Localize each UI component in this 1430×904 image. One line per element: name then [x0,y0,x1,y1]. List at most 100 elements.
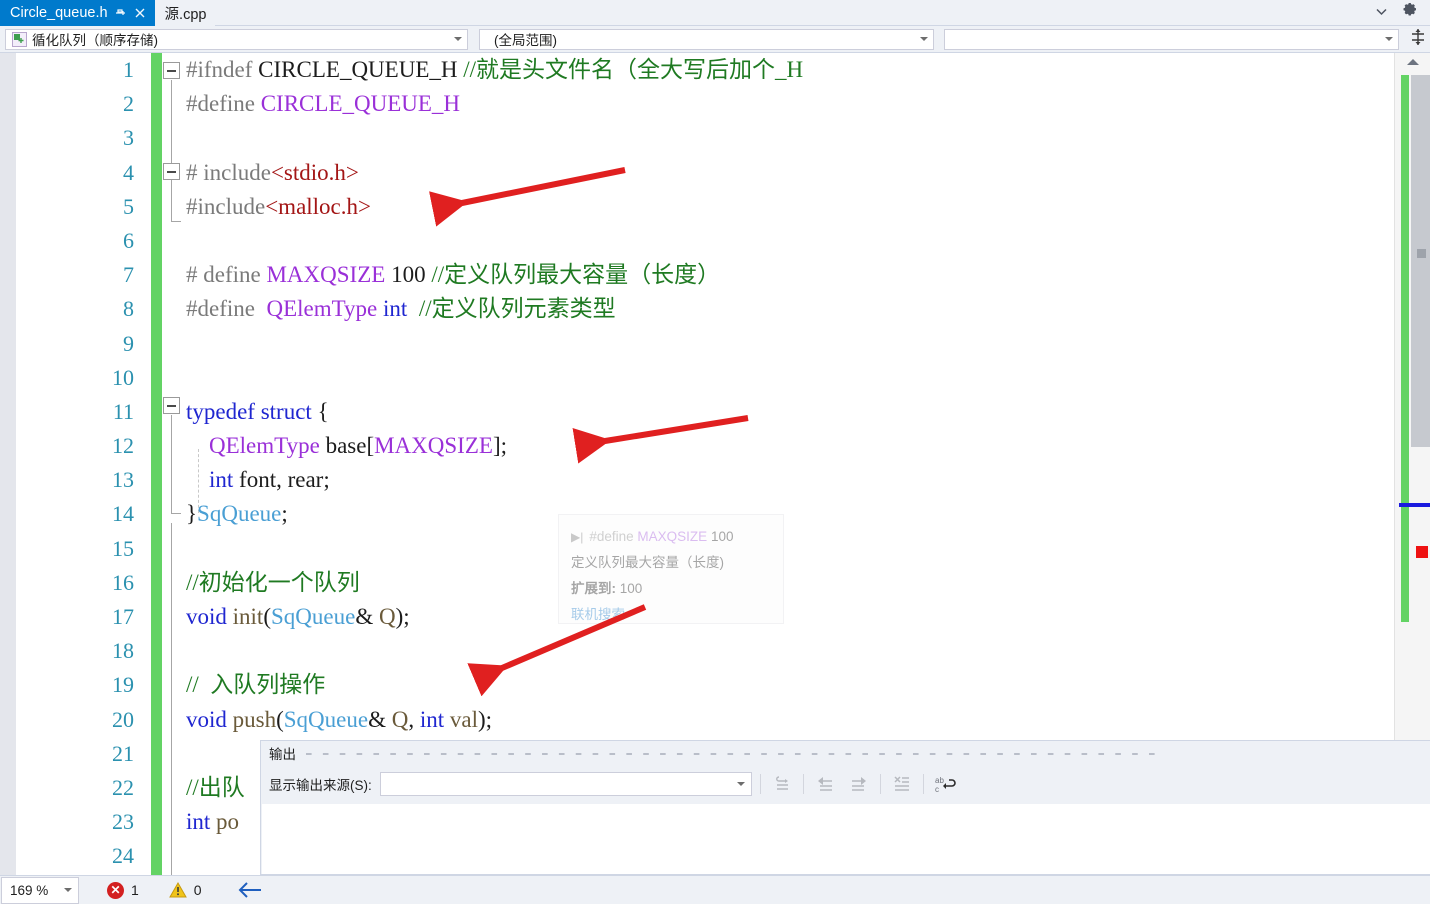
code-token-par: ]; [492,433,508,459]
code-line[interactable]: typedef struct { [162,395,1394,429]
toggle-word-wrap-button[interactable]: ab c [932,771,958,797]
tab-source-cpp[interactable]: 源.cpp [154,0,216,26]
code-token-par: & [355,604,379,629]
scrollbar-thumb-grip[interactable] [1417,249,1426,258]
code-token-fn: Q [391,706,409,732]
line-number: 14 [112,501,134,527]
line-number: 4 [123,159,134,185]
toolbar-separator [759,774,761,794]
member-scope-label: (全局范围) [494,33,557,48]
chevron-down-icon[interactable] [920,37,928,41]
code-token-cmt: //出队 [186,774,245,800]
drag-grip[interactable] [306,748,1430,758]
code-line[interactable]: #include<malloc.h> [162,190,1394,224]
code-token-cmt: // 入队列操作 [186,672,326,698]
line-number: 11 [112,398,134,424]
line-number: 3 [123,125,134,151]
code-line[interactable]: #define QElemType int //定义队列元素类型 [162,292,1394,326]
code-line[interactable]: int font, rear; [162,463,1394,497]
tab-circle-queue-h[interactable]: Circle_queue.h [0,0,155,26]
tooltip-define-keyword: #define [589,529,634,544]
code-token-num: 100 [385,262,432,288]
visual-studio-window: Circle_queue.h 源.cpp 循化队列（顺序存储) (全局范围) 1… [0,0,1430,904]
code-line[interactable] [162,224,1394,258]
code-token-kw: int [419,706,445,732]
code-token-par: [ [366,433,375,459]
chevron-down-icon[interactable] [1385,37,1393,41]
scrollbar-error-marker[interactable] [1416,546,1428,558]
error-count-label: 1 [131,882,139,898]
code-line[interactable] [162,634,1394,668]
code-token-kw: int [186,809,211,835]
error-count-item[interactable]: ✕ 1 [107,881,139,899]
line-number: 23 [112,809,134,835]
line-number: 18 [112,638,134,664]
toolbar-separator [802,774,804,794]
code-line[interactable] [162,121,1394,155]
next-message-button[interactable] [846,771,872,797]
code-token-par: ( [276,706,284,732]
macro-expand-icon: ▶| [571,530,584,544]
tab-label: 源.cpp [164,6,207,23]
code-line[interactable] [162,361,1394,395]
code-token-kw: int [209,467,234,493]
tooltip-expansion-label: 扩展到: [571,581,616,596]
code-token-cmt: //定义队列元素类型 [418,296,616,322]
code-token-mac: QElemType [209,433,320,459]
symbol-scope-dropdown[interactable] [944,28,1399,50]
code-token-kw: struct [260,398,312,424]
code-token-mac: MAXQSIZE [374,433,493,459]
code-token-mac: MAXQSIZE [266,262,386,288]
line-number: 17 [112,604,134,629]
code-line[interactable]: #ifndef CIRCLE_QUEUE_H //就是头文件名（全大写后加个_H [162,53,1394,87]
project-scope-dropdown[interactable]: 循化队列（顺序存储) [5,28,468,50]
tooltip-signature-row: ▶| #define MAXQSIZE 100 [571,524,771,550]
tab-label: Circle_queue.h [10,5,108,21]
code-line[interactable]: # include<stdio.h> [162,156,1394,190]
split-window-icon[interactable] [1409,28,1427,51]
output-pane-text-area[interactable] [262,804,1430,874]
tooltip-description: 定义队列最大容量（长度) [571,555,724,570]
close-icon[interactable] [134,7,146,19]
pin-icon[interactable] [115,7,127,19]
navigation-bar: 循化队列（顺序存储) (全局范围) [0,26,1430,53]
code-token-par: ); [478,706,493,732]
code-line[interactable]: // 入队列操作 [162,668,1394,702]
code-token-type: SqQueue [270,604,356,629]
line-number: 8 [123,296,134,322]
code-line[interactable]: # define MAXQSIZE 100 //定义队列最大容量（长度） [162,258,1394,292]
toolbar-separator [879,774,881,794]
toolbar-separator [922,774,924,794]
scrollbar-thumb[interactable] [1411,75,1430,447]
line-number: 22 [112,774,134,800]
code-line[interactable]: void push(SqQueue& Q, int val); [162,703,1394,737]
code-line[interactable] [162,327,1394,361]
navigate-backward-button[interactable] [238,881,262,899]
warning-count-item[interactable]: 0 [168,881,202,898]
code-token-cmt: //初始化一个队列 [186,569,360,595]
line-number: 15 [112,535,134,561]
code-token-kw: void [186,706,227,732]
output-source-dropdown[interactable] [379,772,752,796]
code-token-par: ; [281,501,288,527]
output-pane: 输出 显示输出来源(S): ab c [260,740,1430,875]
scroll-up-icon[interactable] [1395,53,1430,70]
chevron-down-icon[interactable] [1375,5,1388,21]
code-token-mac: CIRCLE_QUEUE_H [260,91,461,117]
line-number: 19 [112,672,134,698]
clear-all-button[interactable] [889,771,915,797]
line-number: 2 [123,91,134,117]
tooltip-online-search-link[interactable]: 联机搜索 [571,602,771,628]
code-line[interactable]: QElemType base[MAXQSIZE]; [162,429,1394,463]
line-number: 10 [112,364,134,390]
goto-message-button[interactable] [769,771,795,797]
member-scope-dropdown[interactable]: (全局范围) [479,28,934,50]
chevron-down-icon[interactable] [454,37,462,41]
code-line[interactable]: #define CIRCLE_QUEUE_H [162,87,1394,121]
zoom-level-dropdown[interactable]: 169 % [1,876,79,904]
gear-icon[interactable] [1402,3,1418,22]
code-token-fn: init [232,604,264,629]
previous-message-button[interactable] [812,771,838,797]
chevron-down-icon[interactable] [64,888,72,892]
chevron-down-icon[interactable] [736,782,745,786]
